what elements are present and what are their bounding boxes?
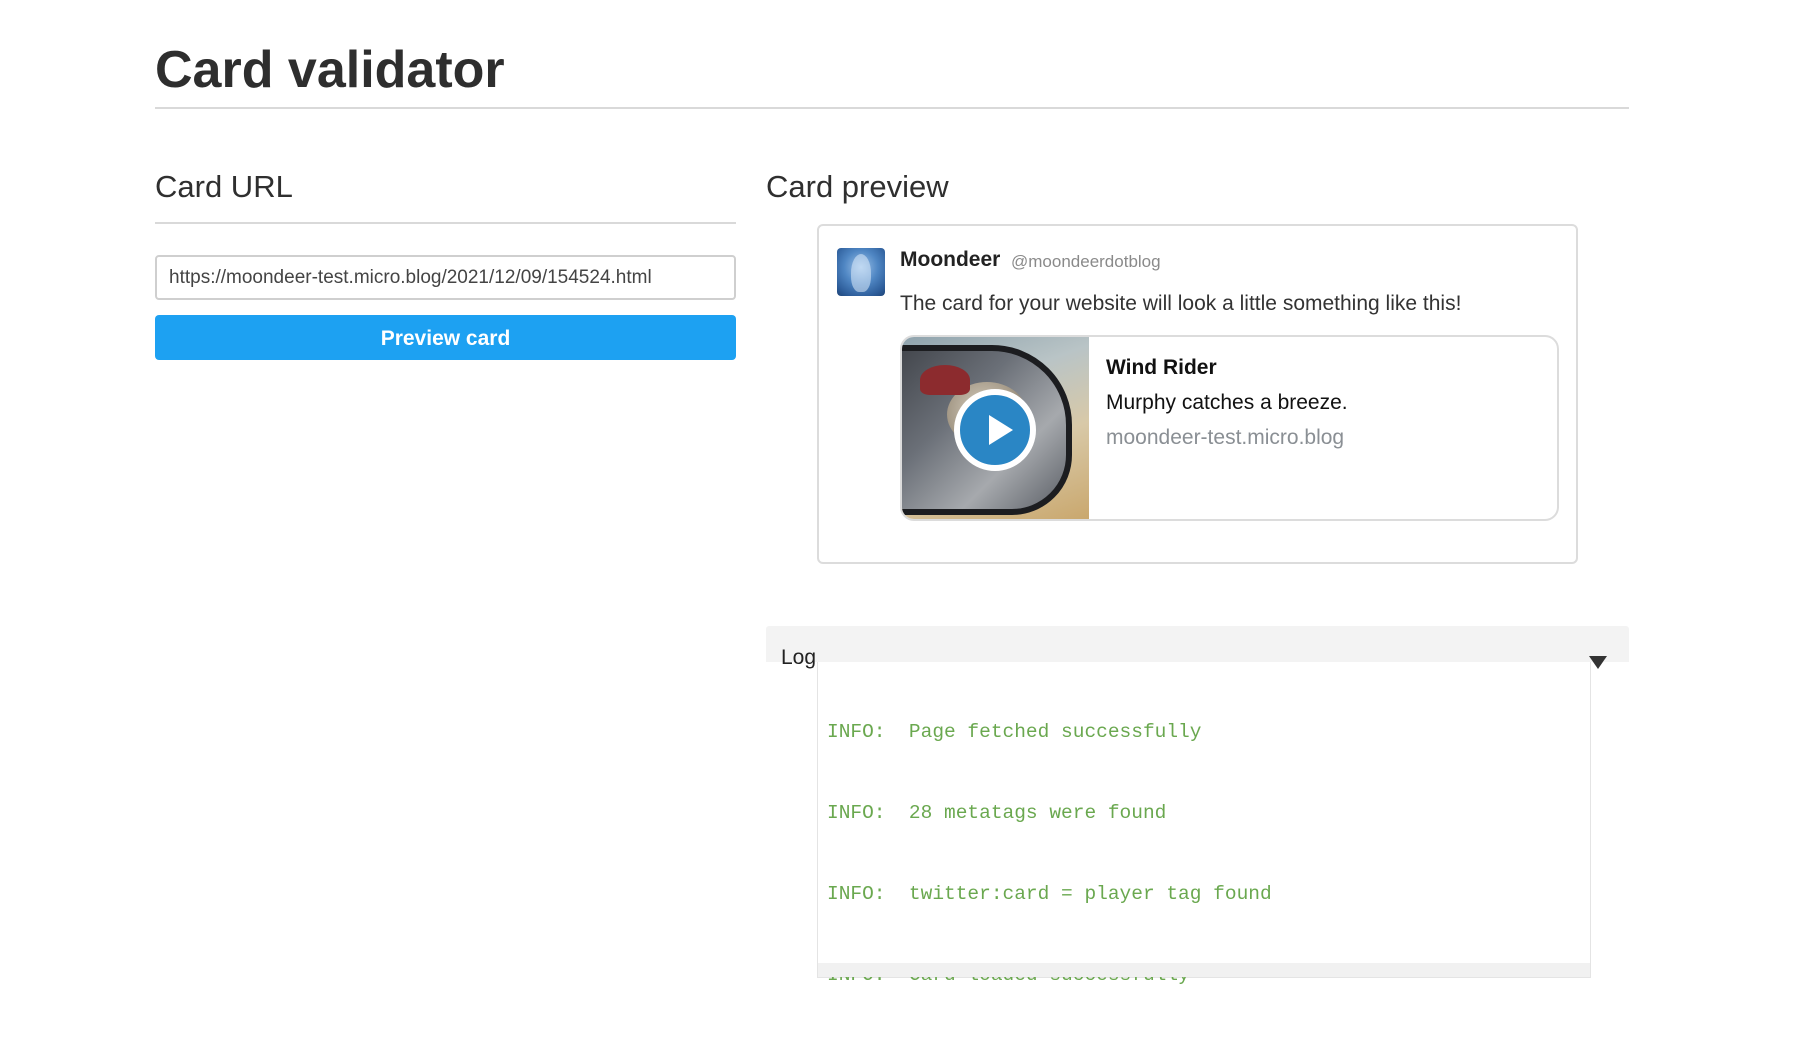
- card-url-heading: Card URL: [155, 169, 293, 204]
- card-domain: moondeer-test.micro.blog: [1106, 426, 1345, 449]
- avatar-figure: [851, 254, 871, 292]
- log-line: INFO: Page fetched successfully: [827, 721, 1202, 743]
- card-title: Wind Rider: [1106, 356, 1217, 379]
- player-card[interactable]: Wind Rider Murphy catches a breeze. moon…: [900, 335, 1559, 521]
- log-output[interactable]: INFO: Page fetched successfully INFO: 28…: [817, 662, 1591, 986]
- log-label: Log: [781, 646, 817, 669]
- tweet-preview: Moondeer @moondeerdotblog The card for y…: [817, 224, 1578, 564]
- tweet-author-handle: @moondeerdotblog: [1011, 252, 1161, 271]
- triangle-down-icon[interactable]: [1589, 656, 1607, 669]
- card-url-divider: [155, 222, 736, 224]
- log-lines: INFO: Page fetched successfully INFO: 28…: [827, 665, 1272, 1043]
- title-divider: [155, 107, 1629, 109]
- card-validator-page: Card validator Card URL Preview card Car…: [0, 0, 1800, 1043]
- page-title: Card validator: [155, 41, 505, 99]
- tweet-text: The card for your website will look a li…: [900, 292, 1462, 315]
- play-icon[interactable]: [954, 389, 1036, 471]
- card-url-input[interactable]: [155, 255, 736, 300]
- log-line: INFO: twitter:card = player tag found: [827, 883, 1272, 905]
- log-header[interactable]: Log: [766, 626, 1629, 669]
- log-panel: Log INFO: Page fetched successfully INFO…: [766, 626, 1629, 986]
- log-line: INFO: 28 metatags were found: [827, 802, 1167, 824]
- log-scrollbar[interactable]: [818, 963, 1590, 977]
- card-description: Murphy catches a breeze.: [1106, 391, 1348, 414]
- card-thumbnail[interactable]: [902, 337, 1089, 519]
- user-avatar-image: [837, 248, 885, 296]
- card-preview-heading: Card preview: [766, 169, 949, 204]
- red-hat-image: [920, 365, 970, 395]
- tweet-author-name: Moondeer: [900, 248, 1001, 271]
- preview-card-button[interactable]: Preview card: [155, 315, 736, 360]
